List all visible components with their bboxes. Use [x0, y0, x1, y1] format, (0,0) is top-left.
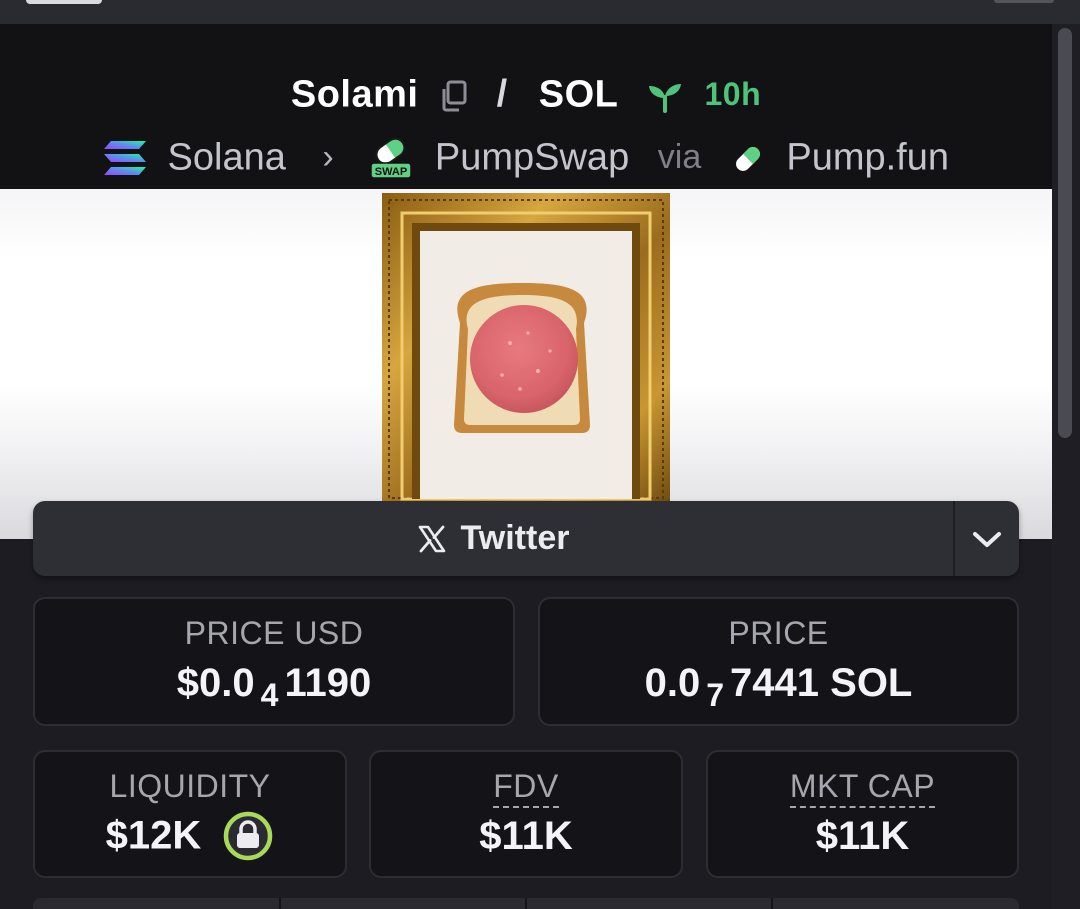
- price-native-zero-count: 7: [706, 677, 725, 713]
- pair-header: Solami / SOL 10h Solana › SWAP PumpSwap …: [0, 24, 1052, 189]
- sprout-icon: [647, 80, 683, 113]
- price-native-label: PRICE: [728, 615, 829, 651]
- base-token-name: Solami: [290, 73, 419, 116]
- fdv-value: $11K: [479, 814, 573, 858]
- twitter-button[interactable]: Twitter: [33, 501, 1019, 576]
- next-row-tabs[interactable]: [33, 898, 1019, 909]
- price-usd-zero-count: 4: [260, 677, 279, 713]
- x-icon: [418, 525, 445, 552]
- liquidity-value: $12K: [105, 813, 202, 858]
- quote-token-name: SOL: [538, 73, 619, 116]
- lock-icon[interactable]: [222, 810, 274, 862]
- price-usd-label: PRICE USD: [184, 615, 364, 651]
- price-native-prefix: 0.0: [644, 661, 701, 705]
- tab-divider: [279, 898, 281, 909]
- fdv-label: FDV: [371, 768, 681, 808]
- chain-breadcrumb: Solana › SWAP PumpSwap via Pump.fun: [0, 135, 1052, 180]
- mkt-cap-label-text: MKT CAP: [789, 768, 936, 808]
- scrollbar[interactable]: [1052, 24, 1080, 909]
- scrollbar-thumb[interactable]: [1058, 28, 1072, 438]
- liquidity-label: LIQUIDITY: [109, 768, 271, 804]
- launchpad-name[interactable]: Pump.fun: [786, 136, 949, 178]
- price-native-digits: 7441: [730, 661, 820, 705]
- tab-divider: [771, 898, 773, 909]
- price-native-unit: SOL: [830, 661, 913, 705]
- price-usd-card: PRICE USD $0.0 4 1190: [33, 597, 515, 726]
- solana-icon: [103, 140, 147, 176]
- price-native-value: 0.0 7 7441 SOL: [540, 661, 1017, 714]
- via-label: via: [657, 138, 702, 177]
- pair-separator: /: [496, 73, 508, 116]
- mkt-cap-value: $11K: [815, 814, 910, 858]
- chevron-down-icon: [973, 531, 1001, 547]
- copy-icon[interactable]: [440, 79, 468, 112]
- dex-name[interactable]: PumpSwap: [435, 136, 629, 178]
- top-tab-handle: [26, 0, 102, 4]
- price-usd-prefix: $0.0: [176, 661, 255, 705]
- mkt-cap-label: MKT CAP: [708, 768, 1017, 808]
- swap-badge-text: SWAP: [375, 166, 407, 178]
- twitter-label: Twitter: [460, 519, 570, 557]
- fdv-label-text: FDV: [493, 768, 559, 808]
- pumpswap-icon: SWAP: [370, 136, 413, 180]
- breadcrumb-chevron: ›: [322, 138, 334, 177]
- pair-title: Solami / SOL 10h: [0, 72, 1052, 116]
- token-image: [382, 193, 670, 505]
- top-strip: [0, 0, 1080, 24]
- liquidity-card: LIQUIDITY $12K: [33, 750, 347, 878]
- twitter-link[interactable]: Twitter: [33, 501, 953, 576]
- price-usd-digits: 1190: [284, 661, 372, 705]
- top-tab-handle-right: [994, 0, 1054, 3]
- tab-divider: [525, 898, 527, 909]
- token-banner: [0, 189, 1052, 539]
- price-native-card: PRICE 0.0 7 7441 SOL: [538, 597, 1019, 726]
- mkt-cap-card[interactable]: MKT CAP $11K: [706, 750, 1019, 878]
- liquidity-value-row: $12K: [35, 810, 345, 862]
- chain-name[interactable]: Solana: [168, 136, 286, 178]
- fdv-card[interactable]: FDV $11K: [369, 750, 683, 878]
- socials-dropdown-toggle[interactable]: [955, 501, 1019, 576]
- price-usd-value: $0.0 4 1190: [35, 661, 513, 714]
- pill-icon: [732, 142, 764, 174]
- pair-age: 10h: [704, 76, 762, 113]
